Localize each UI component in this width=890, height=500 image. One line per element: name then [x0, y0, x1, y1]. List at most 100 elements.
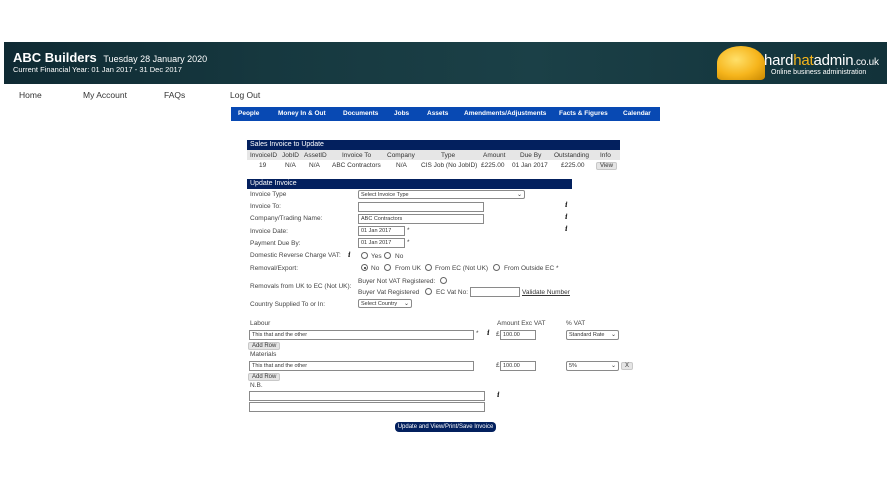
country-value: Select Country — [361, 301, 398, 307]
labour-amount-input[interactable]: 100.00 — [500, 330, 536, 340]
materials-vat-select[interactable]: 5% ⌄ — [566, 361, 619, 371]
chevron-down-icon: ⌄ — [516, 192, 522, 198]
nb-input-1[interactable] — [249, 391, 485, 401]
company-name: ABC Builders — [13, 50, 97, 65]
ec-vat-input[interactable] — [470, 287, 520, 297]
col-amount: Amount — [483, 152, 506, 159]
buyer-vat-radio[interactable] — [425, 288, 432, 295]
nav-home[interactable]: Home — [19, 90, 42, 100]
update-invoice-button[interactable]: Update and View/Print/Save Invoice — [395, 422, 496, 432]
hard-hat-icon — [717, 46, 765, 80]
removal-from-uk-label: From UK — [395, 265, 421, 272]
add-materials-row-button[interactable]: Add Row — [248, 373, 281, 381]
info-icon[interactable]: i — [565, 212, 568, 221]
labour-description-input[interactable]: This that and the other — [249, 330, 474, 340]
reverse-vat-no-label: No — [395, 253, 404, 260]
nav-my-account[interactable]: My Account — [83, 90, 127, 100]
materials-amount-input[interactable]: 100.00 — [500, 361, 536, 371]
cell-invoice-to: ABC Contractors — [332, 162, 381, 169]
col-info: Info — [600, 152, 611, 159]
add-labour-row-button[interactable]: Add Row — [248, 342, 281, 350]
view-button[interactable]: View — [596, 162, 617, 170]
cell-outstanding: £225.00 — [561, 162, 585, 169]
removal-no-radio[interactable] — [361, 264, 368, 271]
removal-outside-ec-label: From Outside EC — [504, 265, 555, 272]
invoice-type-select[interactable]: Select Invoice Type ⌄ — [358, 190, 525, 199]
menu-jobs[interactable]: Jobs — [394, 110, 409, 117]
reverse-vat-no-radio[interactable] — [384, 252, 391, 259]
menu-calendar[interactable]: Calendar — [623, 110, 651, 117]
required-marker: * — [407, 227, 410, 234]
menu-amendments[interactable]: Amendments/Adjustments — [464, 110, 546, 117]
col-outstanding: Outstanding — [554, 152, 590, 159]
remove-row-button[interactable]: X — [621, 362, 634, 370]
col-due-by: Due By — [520, 152, 542, 159]
removal-export-label: Removal/Export: — [250, 265, 299, 272]
materials-label: Materials — [250, 351, 277, 358]
menu-facts-figures[interactable]: Facts & Figures — [559, 110, 608, 117]
ec-vat-no-label: EC Vat No: — [436, 289, 469, 296]
col-assetid: AssetID — [304, 152, 327, 159]
chevron-down-icon: ⌄ — [610, 363, 616, 369]
materials-vat-value: 5% — [569, 363, 577, 369]
logo-tagline: Online business administration — [771, 69, 867, 76]
removals-uk-ec-label: Removals from UK to EC (Not UK): — [250, 283, 352, 290]
invoice-type-label: Invoice Type — [250, 191, 287, 198]
buyer-not-vat-label: Buyer Not VAT Registered: — [358, 278, 436, 285]
buyer-not-vat-radio[interactable] — [440, 277, 447, 284]
chevron-down-icon: ⌄ — [403, 301, 409, 307]
reverse-vat-label: Domestic Reverse Charge VAT: — [250, 252, 341, 259]
info-icon[interactable]: i — [565, 224, 568, 233]
nav-log-out[interactable]: Log Out — [230, 90, 260, 100]
invoice-type-value: Select Invoice Type — [361, 192, 409, 198]
info-icon[interactable]: i — [497, 390, 500, 399]
app-header: ABC Builders Tuesday 28 January 2020 Cur… — [4, 42, 887, 84]
removal-from-uk-radio[interactable] — [384, 264, 391, 271]
nb-input-2[interactable] — [249, 402, 485, 412]
removal-from-ec-radio[interactable] — [425, 264, 432, 271]
chevron-down-icon: ⌄ — [610, 332, 616, 338]
reverse-vat-yes-radio[interactable] — [361, 252, 368, 259]
logo-wordmark: hardhatadmin.co.uk — [764, 52, 879, 69]
col-type: Type — [441, 152, 456, 159]
nav-faqs[interactable]: FAQs — [164, 90, 185, 100]
labour-vat-value: Standard Rate — [569, 332, 605, 338]
sales-invoice-header: Sales Invoice to Update — [247, 140, 620, 150]
financial-year: Current Financial Year: 01 Jan 2017 - 31… — [13, 65, 182, 74]
invoice-to-input[interactable] — [358, 202, 484, 212]
validate-number-link[interactable]: Validate Number — [522, 289, 570, 296]
materials-description-input[interactable]: This that and the other — [249, 361, 474, 371]
menu-assets[interactable]: Assets — [427, 110, 448, 117]
invoice-to-label: Invoice To: — [250, 203, 281, 210]
main-menu-bar: People Money In & Out Documents Jobs Ass… — [231, 107, 660, 121]
company-input[interactable]: ABC Contractors — [358, 214, 484, 224]
removal-from-ec-label: From EC (Not UK) — [435, 265, 489, 272]
menu-money-in-out[interactable]: Money In & Out — [278, 110, 326, 117]
amount-exc-vat-label: Amount Exc VAT — [497, 320, 546, 327]
col-invoice-to: Invoice To — [342, 152, 372, 159]
nb-label: N.B. — [250, 382, 263, 389]
removal-no-label: No — [371, 265, 380, 272]
info-icon[interactable]: i — [487, 328, 490, 337]
cell-company: N/A — [396, 162, 407, 169]
country-select[interactable]: Select Country ⌄ — [358, 299, 412, 308]
labour-vat-select[interactable]: Standard Rate ⌄ — [566, 330, 619, 340]
required-marker: * — [556, 265, 559, 272]
vat-percent-label: % VAT — [566, 320, 586, 327]
cell-amount: £225.00 — [481, 162, 505, 169]
col-jobid: JobID — [282, 152, 299, 159]
col-company: Company — [387, 152, 415, 159]
required-marker: * — [476, 330, 479, 337]
current-date: Tuesday 28 January 2020 — [103, 54, 208, 64]
removal-outside-ec-radio[interactable] — [493, 264, 500, 271]
menu-documents[interactable]: Documents — [343, 110, 378, 117]
payment-due-input[interactable]: 01 Jan 2017 — [358, 238, 405, 248]
cell-due-by: 01 Jan 2017 — [512, 162, 548, 169]
payment-due-label: Payment Due By: — [250, 240, 301, 247]
hardhatadmin-logo[interactable]: hardhatadmin.co.uk Online business admin… — [717, 42, 887, 84]
info-icon[interactable]: i — [348, 250, 351, 259]
info-icon[interactable]: i — [565, 200, 568, 209]
menu-people[interactable]: People — [238, 110, 259, 117]
invoice-date-input[interactable]: 01 Jan 2017 — [358, 226, 405, 236]
required-marker: * — [407, 239, 410, 246]
